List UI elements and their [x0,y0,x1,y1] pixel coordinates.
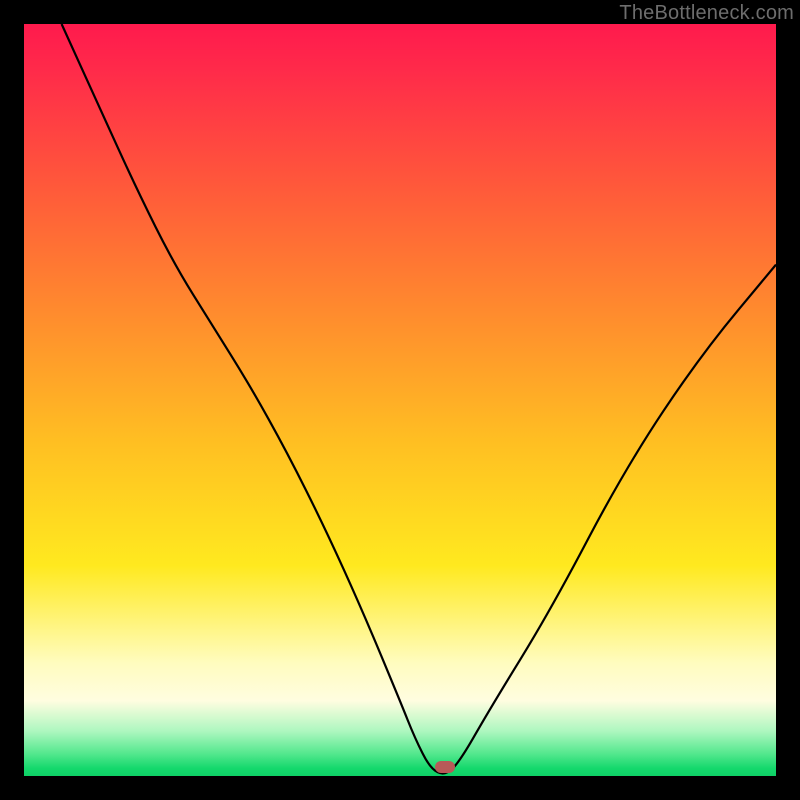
optimal-point-marker [435,761,455,773]
plot-area [24,24,776,776]
watermark-text: TheBottleneck.com [619,2,794,25]
chart-stage: TheBottleneck.com [0,0,800,800]
bottleneck-curve [24,24,776,776]
